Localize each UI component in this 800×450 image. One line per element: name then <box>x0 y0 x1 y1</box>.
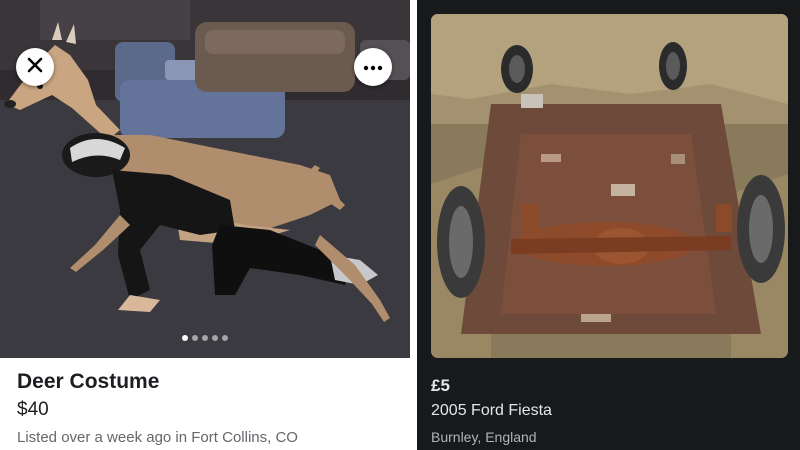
more-options-button[interactable] <box>354 48 392 86</box>
deer-costume-photo <box>0 0 410 358</box>
listing-location: Burnley, England <box>431 429 537 445</box>
carousel-dot[interactable] <box>192 335 198 341</box>
rusted-car-remains-photo <box>431 14 788 358</box>
carousel-dot-active[interactable] <box>182 335 188 341</box>
listing-title: Deer Costume <box>17 370 160 393</box>
photo-carousel-indicator <box>0 335 410 341</box>
listing-title: 2005 Ford Fiesta <box>431 402 552 419</box>
listing-photo-ford-fiesta[interactable] <box>431 14 788 358</box>
listing-photo-deer-costume[interactable] <box>0 0 410 358</box>
close-button[interactable] <box>16 48 54 86</box>
listing-card-deer-costume[interactable]: Deer Costume $40 Listed over a week ago … <box>0 0 410 450</box>
panel-divider <box>410 0 417 450</box>
listing-card-ford-fiesta[interactable]: £5 2005 Ford Fiesta Burnley, England <box>417 0 800 450</box>
carousel-dot[interactable] <box>202 335 208 341</box>
listing-price: £5 <box>431 376 450 395</box>
carousel-dot[interactable] <box>222 335 228 341</box>
more-options-icon <box>363 58 383 76</box>
close-icon <box>26 56 44 79</box>
carousel-dot[interactable] <box>212 335 218 341</box>
listing-price: $40 <box>17 399 49 420</box>
listing-meta: Listed over a week ago in Fort Collins, … <box>17 429 298 446</box>
